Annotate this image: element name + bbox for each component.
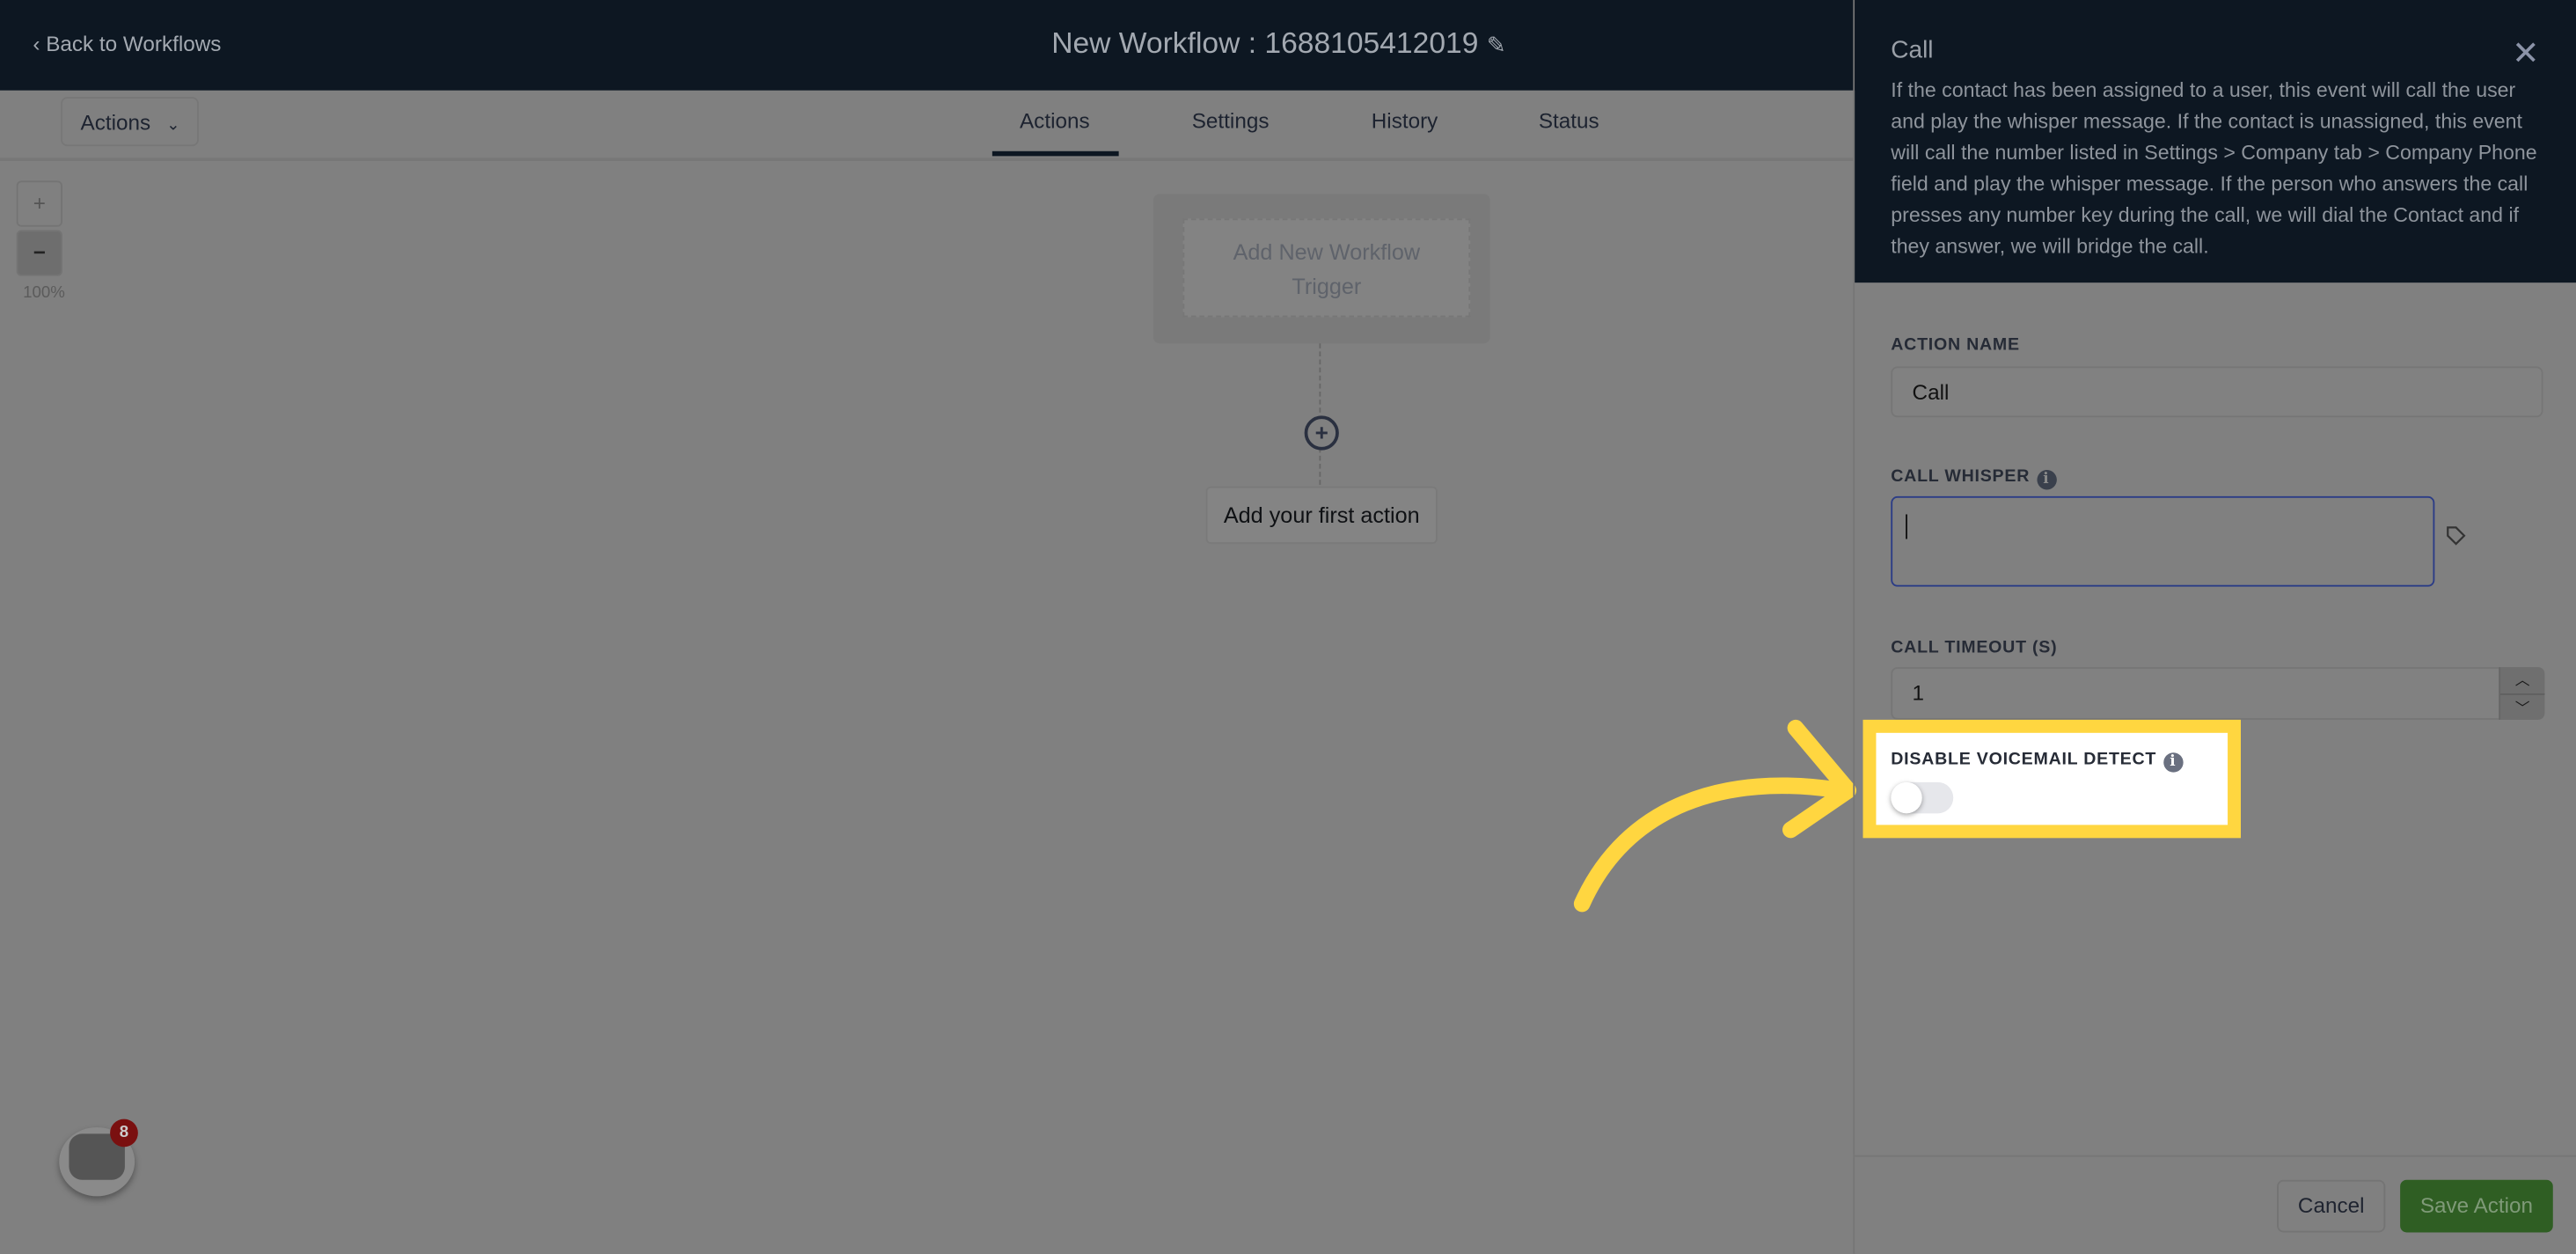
panel-footer-divider bbox=[1855, 1155, 2576, 1157]
call-whisper-label: CALL WHISPER bbox=[1891, 466, 2031, 487]
info-icon[interactable]: i bbox=[2163, 752, 2184, 773]
save-action-button[interactable]: Save Action bbox=[2400, 1179, 2553, 1233]
workflow-editor: ‹ Back to Workflows New Workflow : 16881… bbox=[0, 0, 2576, 1254]
cancel-button[interactable]: Cancel bbox=[2277, 1179, 2386, 1233]
info-icon[interactable]: i bbox=[2036, 470, 2056, 490]
panel-description: If the contact has been assigned to a us… bbox=[1891, 78, 2537, 259]
action-side-panel: Call ✕ If the contact has been assigned … bbox=[1853, 0, 2576, 1254]
panel-title: Call bbox=[1891, 36, 1934, 64]
increment-chevron-up-icon[interactable]: ︿ bbox=[2500, 667, 2545, 695]
toggle-knob bbox=[1891, 781, 1922, 814]
action-name-label: ACTION NAME bbox=[1891, 334, 2020, 356]
call-whisper-label-row: CALL WHISPER i bbox=[1891, 466, 2056, 490]
disable-voicemail-toggle[interactable] bbox=[1891, 781, 1954, 814]
highlight-box: DISABLE VOICEMAIL DETECT i bbox=[1862, 719, 2241, 839]
call-whisper-textarea[interactable] bbox=[1891, 495, 2435, 587]
tag-icon[interactable] bbox=[2446, 526, 2466, 546]
decrement-chevron-down-icon[interactable]: ﹀ bbox=[2500, 695, 2544, 722]
disable-voicemail-section: DISABLE VOICEMAIL DETECT i bbox=[1876, 732, 2228, 825]
action-name-input[interactable]: Call bbox=[1891, 366, 2543, 418]
call-timeout-label: CALL TIMEOUT (S) bbox=[1891, 637, 2058, 657]
call-timeout-input[interactable]: 1 bbox=[1891, 667, 2543, 720]
disable-voicemail-label: DISABLE VOICEMAIL DETECT bbox=[1891, 749, 2157, 769]
text-cursor bbox=[1906, 514, 1907, 539]
panel-header: Call ✕ If the contact has been assigned … bbox=[1855, 0, 2576, 283]
arrow-shaft bbox=[1573, 777, 1848, 913]
disable-voicemail-label-row: DISABLE VOICEMAIL DETECT i bbox=[1891, 749, 2184, 773]
number-stepper[interactable]: ︿ ﹀ bbox=[2499, 667, 2545, 722]
close-icon[interactable]: ✕ bbox=[2512, 33, 2539, 74]
